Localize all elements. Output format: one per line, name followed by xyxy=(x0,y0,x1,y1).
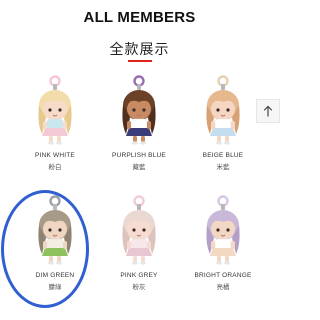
title-divider xyxy=(128,60,152,62)
keychain-figure-image xyxy=(38,75,72,145)
product-name-chinese: 亮橘 xyxy=(216,284,230,291)
product-card[interactable]: BRIGHT ORANGE 亮橘 xyxy=(178,192,268,302)
product-card[interactable]: PURPLISH BLUE 藏藍 xyxy=(94,72,184,182)
keychain-figure-image xyxy=(206,75,240,145)
product-card[interactable]: BEIGE BLUE 米藍 xyxy=(178,72,268,182)
product-name-chinese: 粉白 xyxy=(48,164,62,171)
selected-item-highlight xyxy=(1,190,89,308)
keychain-figure-image xyxy=(122,195,156,265)
product-name-chinese: 藏藍 xyxy=(132,164,146,171)
section-subtitle: 全款展示 xyxy=(109,41,170,57)
product-name-chinese: 米藍 xyxy=(216,164,230,171)
keychain-figure-image xyxy=(122,75,156,145)
section-title: ALL MEMBERS xyxy=(83,9,196,26)
keychain-figure-image xyxy=(206,195,240,265)
product-name: BRIGHT ORANGE xyxy=(194,272,252,279)
product-card[interactable]: PINK GREY 粉灰 xyxy=(94,192,184,302)
product-name-chinese: 粉灰 xyxy=(132,284,146,291)
product-card[interactable]: PINK WHITE 粉白 xyxy=(10,72,100,182)
product-name: BEIGE BLUE xyxy=(202,152,244,159)
